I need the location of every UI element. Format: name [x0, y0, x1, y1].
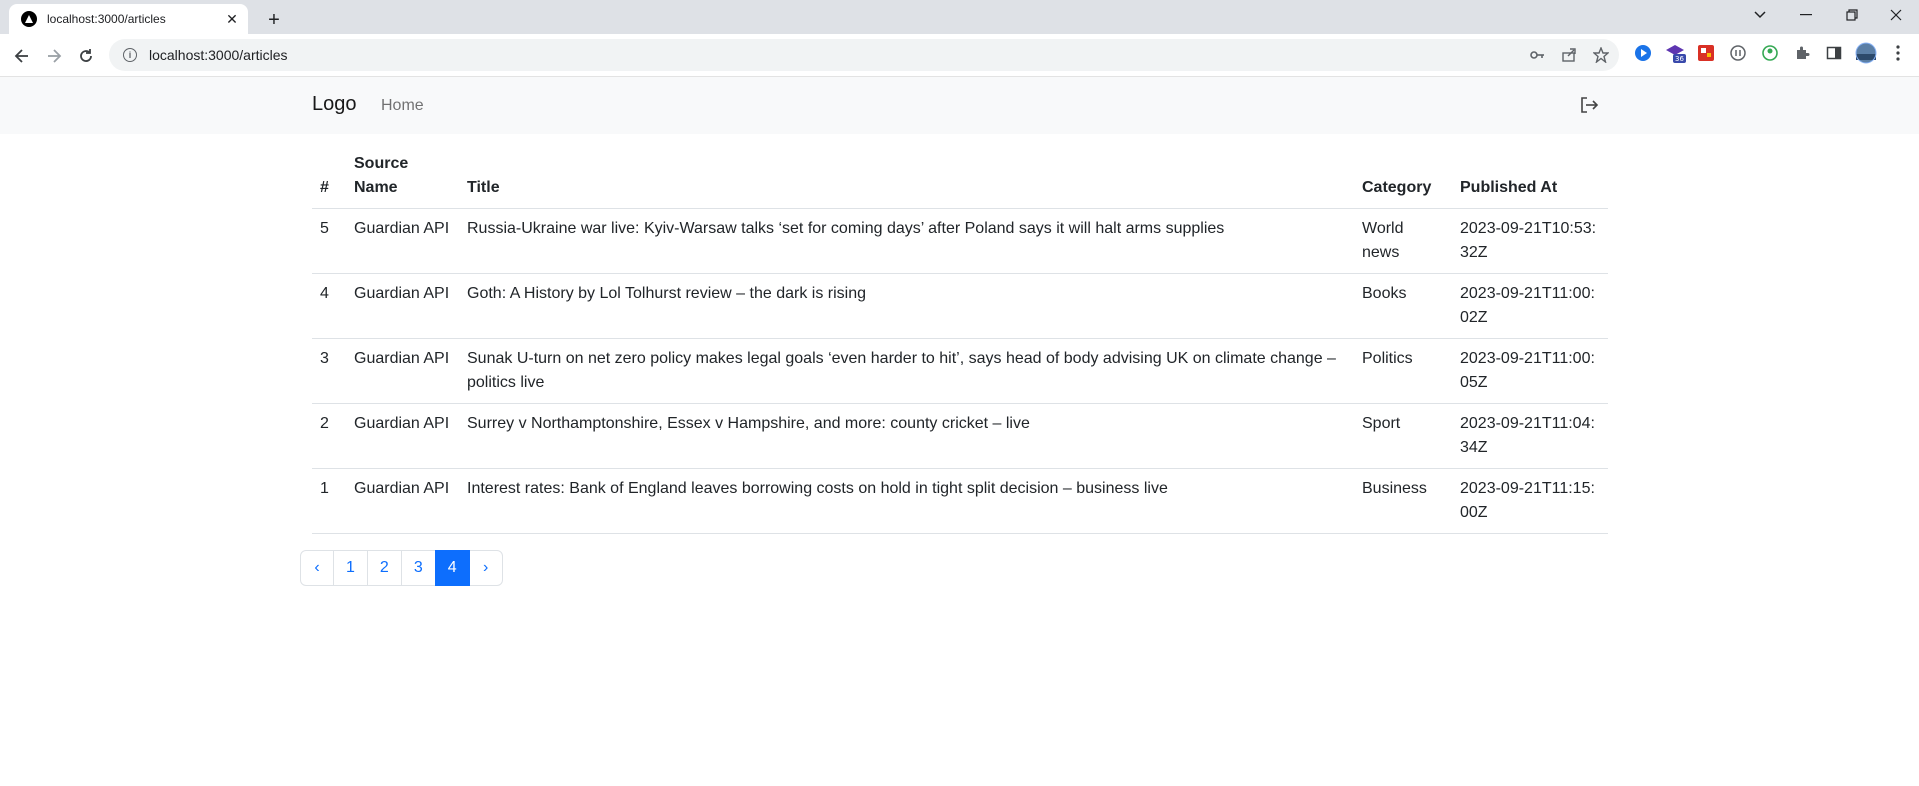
app-favicon-icon [21, 11, 37, 27]
header-source-line1: Source [354, 155, 409, 172]
cell-number: 1 [312, 468, 346, 534]
cell-title: Sunak U-turn on net zero policy makes le… [459, 338, 1354, 404]
cell-category: World news [1354, 208, 1452, 274]
cell-category: Business [1354, 468, 1452, 534]
back-icon[interactable] [8, 42, 36, 70]
pagination-page-4-active[interactable]: 4 [434, 550, 470, 586]
cell-published: 2023-09-21T11:00:05Z [1452, 338, 1608, 404]
browser-toolbar: i localhost:3000/articles 36 [0, 34, 1919, 77]
cell-category: Sport [1354, 403, 1452, 469]
pagination-page-3[interactable]: 3 [400, 550, 436, 586]
table-row: 4 Guardian API Goth: A History by Lol To… [312, 273, 1608, 339]
reload-icon[interactable] [72, 42, 100, 70]
cell-number: 2 [312, 403, 346, 469]
cell-number: 3 [312, 338, 346, 404]
cell-title: Russia-Ukraine war live: Kyiv-Warsaw tal… [459, 208, 1354, 274]
pagination-next-button[interactable]: › [468, 550, 503, 586]
nav-home-link[interactable]: Home [381, 97, 424, 115]
articles-table: # Source Name Title Category Published At… [312, 148, 1608, 534]
new-tab-icon[interactable]: + [260, 6, 288, 34]
table-header-row: # Source Name Title Category Published At [312, 148, 1608, 209]
cell-title: Surrey v Northamptonshire, Essex v Hamps… [459, 403, 1354, 469]
extension-circle-icon[interactable] [1727, 42, 1749, 64]
share-icon[interactable] [1555, 41, 1583, 69]
table-row: 5 Guardian API Russia-Ukraine war live: … [312, 208, 1608, 274]
header-category: Category [1354, 148, 1452, 209]
header-source-name: Source Name [346, 148, 459, 209]
logout-icon[interactable] [1578, 94, 1600, 116]
forward-icon[interactable] [40, 42, 68, 70]
cell-published: 2023-09-21T11:04:34Z [1452, 403, 1608, 469]
browser-tab-strip: localhost:3000/articles ✕ + [0, 0, 1919, 34]
extensions-puzzle-icon[interactable] [1791, 42, 1813, 64]
cell-number: 4 [312, 273, 346, 339]
url-text: localhost:3000/articles [149, 47, 288, 63]
tab-title: localhost:3000/articles [47, 12, 166, 26]
browser-tab[interactable]: localhost:3000/articles ✕ [9, 4, 248, 34]
extension-blue-icon[interactable] [1632, 42, 1654, 64]
header-title: Title [459, 148, 1354, 209]
key-icon[interactable] [1523, 41, 1551, 69]
cell-published: 2023-09-21T11:00:02Z [1452, 273, 1608, 339]
pagination: ‹ 1 2 3 4 › [300, 550, 503, 586]
side-panel-icon[interactable] [1823, 42, 1845, 64]
close-window-icon[interactable] [1873, 0, 1919, 30]
bookmark-star-icon[interactable] [1587, 41, 1615, 69]
site-info-icon[interactable]: i [123, 48, 137, 62]
header-number: # [312, 148, 346, 209]
cell-number: 5 [312, 208, 346, 274]
table-row: 2 Guardian API Surrey v Northamptonshire… [312, 403, 1608, 469]
tab-search-icon[interactable] [1737, 0, 1783, 30]
more-menu-icon[interactable] [1887, 42, 1909, 64]
profile-avatar-icon[interactable] [1855, 42, 1877, 64]
cell-source: Guardian API [346, 273, 459, 339]
header-published-at: Published At [1452, 148, 1608, 209]
cell-title: Goth: A History by Lol Tolhurst review –… [459, 273, 1354, 339]
cell-published: 2023-09-21T11:15:00Z [1452, 468, 1608, 534]
cell-published: 2023-09-21T10:53:32Z [1452, 208, 1608, 274]
table-row: 1 Guardian API Interest rates: Bank of E… [312, 468, 1608, 534]
extension-red-icon[interactable] [1695, 42, 1717, 64]
cell-category: Politics [1354, 338, 1452, 404]
pagination-prev-button[interactable]: ‹ [300, 550, 334, 586]
brand-logo[interactable]: Logo [312, 93, 357, 116]
svg-text:36: 36 [1675, 55, 1684, 63]
cell-source: Guardian API [346, 403, 459, 469]
pagination-page-2[interactable]: 2 [366, 550, 402, 586]
cell-source: Guardian API [346, 208, 459, 274]
cell-source: Guardian API [346, 338, 459, 404]
restore-icon[interactable] [1829, 0, 1875, 30]
extension-grad-icon[interactable]: 36 [1664, 42, 1686, 64]
header-source-line2: Name [354, 179, 398, 196]
address-bar[interactable]: i localhost:3000/articles [109, 39, 1619, 71]
cell-category: Books [1354, 273, 1452, 339]
pagination-page-1[interactable]: 1 [333, 550, 368, 586]
cell-source: Guardian API [346, 468, 459, 534]
articles-table-container: # Source Name Title Category Published At… [312, 148, 1608, 534]
table-row: 3 Guardian API Sunak U-turn on net zero … [312, 338, 1608, 404]
close-tab-icon[interactable]: ✕ [224, 11, 240, 27]
extension-green-icon[interactable] [1759, 42, 1781, 64]
app-navbar: Logo Home [0, 77, 1919, 134]
cell-title: Interest rates: Bank of England leaves b… [459, 468, 1354, 534]
minimize-icon[interactable] [1783, 0, 1829, 30]
